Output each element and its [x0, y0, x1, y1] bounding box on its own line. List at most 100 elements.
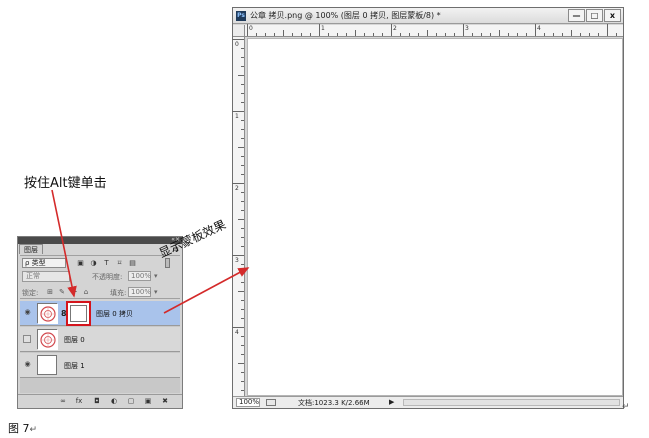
- visibility-toggle-off[interactable]: [23, 335, 31, 343]
- layer-thumbnail-seal[interactable]: [37, 303, 58, 324]
- mask-thumbnail-white: [70, 305, 87, 322]
- lock-position-icon[interactable]: ✛: [70, 288, 78, 296]
- new-layer-icon[interactable]: ▣: [143, 397, 153, 406]
- info-menu-arrow-icon[interactable]: ▶: [389, 398, 394, 406]
- layer-mask-thumbnail[interactable]: [66, 301, 91, 326]
- smart-object-icon[interactable]: ▤: [128, 259, 137, 267]
- image-icon[interactable]: ▣: [76, 259, 85, 267]
- layer-thumbnail-white[interactable]: [37, 355, 57, 375]
- ruler-tick: [256, 33, 257, 36]
- lock-label: 锁定:: [22, 289, 39, 297]
- ruler-tick: [232, 327, 244, 328]
- fx-icon[interactable]: fx: [74, 397, 84, 406]
- ruler-tick: [319, 24, 320, 36]
- lock-transparency-icon[interactable]: ⊞: [46, 288, 54, 296]
- lock-all-icon[interactable]: ⌂: [82, 288, 90, 296]
- ruler-tick: [241, 372, 244, 373]
- annotation-alt-click: 按住Alt键单击: [24, 176, 107, 191]
- fill-input[interactable]: 100%: [128, 287, 151, 297]
- opacity-input[interactable]: 100%: [128, 271, 151, 281]
- caption-return-mark: ↵: [29, 425, 38, 435]
- ruler-v-label: 2: [235, 185, 239, 192]
- layer-row-layer1[interactable]: ◉ 图层 1: [20, 353, 180, 378]
- ruler-tick: [301, 33, 302, 36]
- layer-filter-row: ρ 类型 ▣ ◑ T ⌑ ▤: [20, 255, 180, 269]
- minimize-button[interactable]: —: [568, 9, 585, 22]
- fill-dropdown-icon[interactable]: ▾: [154, 288, 158, 296]
- ruler-tick: [607, 24, 608, 36]
- ruler-tick: [238, 363, 244, 364]
- ruler-tick: [241, 84, 244, 85]
- horizontal-scrollbar[interactable]: [403, 399, 620, 406]
- figure-caption: 图 7↵: [8, 420, 37, 436]
- export-icon[interactable]: [266, 399, 276, 406]
- lock-row: 锁定: ⊞ ✎ ✛ ⌂ 填充: 100% ▾: [20, 285, 180, 299]
- visibility-eye-icon[interactable]: ◉: [23, 309, 32, 316]
- filter-kind-select[interactable]: ρ 类型: [22, 258, 66, 268]
- ruler-tick: [472, 33, 473, 36]
- circle-half-icon[interactable]: ◑: [89, 259, 98, 267]
- ruler-tick: [241, 57, 244, 58]
- ruler-tick: [598, 33, 599, 36]
- panel-header-bar[interactable]: «×: [18, 236, 182, 244]
- ruler-tick: [241, 381, 244, 382]
- restore-button[interactable]: □: [586, 9, 603, 22]
- ruler-tick: [616, 33, 617, 36]
- link-layers-icon[interactable]: ∞: [58, 397, 68, 406]
- ruler-tick: [571, 30, 572, 36]
- ruler-tick: [241, 192, 244, 193]
- layer-name[interactable]: 图层 0 拷贝: [96, 309, 133, 319]
- seal-thumbnail-graphic: [38, 304, 58, 324]
- ruler-tick: [391, 24, 392, 36]
- add-mask-icon[interactable]: ◘: [92, 397, 102, 406]
- layer-row-layer0-copy[interactable]: ◉ 8 图层 0 拷贝: [20, 301, 180, 326]
- ruler-tick: [241, 390, 244, 391]
- ruler-tick: [463, 24, 464, 36]
- vertical-ruler[interactable]: 0 1 2 3 4: [232, 37, 245, 397]
- ruler-tick: [241, 237, 244, 238]
- ruler-origin[interactable]: [233, 25, 245, 37]
- text-icon[interactable]: T: [102, 259, 111, 267]
- layer-name[interactable]: 图层 0: [64, 335, 85, 345]
- lock-pixels-icon[interactable]: ✎: [58, 288, 66, 296]
- ruler-tick: [241, 120, 244, 121]
- blend-mode-select[interactable]: 正常: [22, 271, 70, 282]
- layer-thumbnail-seal[interactable]: [37, 329, 58, 350]
- ruler-tick: [382, 33, 383, 36]
- visibility-eye-icon[interactable]: ◉: [23, 361, 32, 368]
- document-titlebar[interactable]: Ps 公章 拷贝.png @ 100% (图层 0 拷贝, 图层蒙板/8) * …: [233, 8, 623, 24]
- ruler-tick: [364, 33, 365, 36]
- trash-icon[interactable]: ✖: [160, 397, 170, 406]
- layers-list: ◉ 8 图层 0 拷贝 图层 0 ◉ 图层 1: [20, 301, 180, 393]
- layer-name[interactable]: 图层 1: [64, 361, 85, 371]
- close-button[interactable]: x: [604, 9, 621, 22]
- ruler-tick: [247, 24, 248, 36]
- tab-layers[interactable]: 图层: [19, 244, 43, 254]
- ruler-v-label: 1: [235, 113, 239, 120]
- ruler-tick: [241, 228, 244, 229]
- ruler-tick: [241, 264, 244, 265]
- opacity-label: 不透明度:: [92, 273, 123, 281]
- ruler-v-label: 3: [235, 257, 239, 264]
- document-canvas[interactable]: [247, 38, 623, 396]
- new-group-icon[interactable]: ▢: [126, 397, 136, 406]
- zoom-field[interactable]: 100%: [236, 398, 260, 407]
- ruler-tick: [292, 33, 293, 36]
- ruler-tick: [238, 75, 244, 76]
- ruler-tick: [346, 33, 347, 36]
- ruler-tick: [436, 33, 437, 36]
- adjustment-layer-icon[interactable]: ◐: [109, 397, 119, 406]
- ruler-tick: [400, 33, 401, 36]
- ruler-tick: [238, 291, 244, 292]
- ruler-tick: [310, 33, 311, 36]
- ruler-tick: [238, 219, 244, 220]
- ruler-tick: [265, 33, 266, 36]
- opacity-dropdown-icon[interactable]: ▾: [154, 272, 158, 280]
- layer-row-layer0[interactable]: 图层 0: [20, 327, 180, 352]
- horizontal-ruler[interactable]: 0 1 2 3 4: [245, 24, 623, 37]
- transform-icon[interactable]: ⌑: [115, 259, 124, 267]
- ruler-tick: [490, 33, 491, 36]
- ruler-tick: [241, 201, 244, 202]
- photoshop-icon: Ps: [236, 11, 246, 21]
- document-window: Ps 公章 拷贝.png @ 100% (图层 0 拷贝, 图层蒙板/8) * …: [232, 7, 624, 409]
